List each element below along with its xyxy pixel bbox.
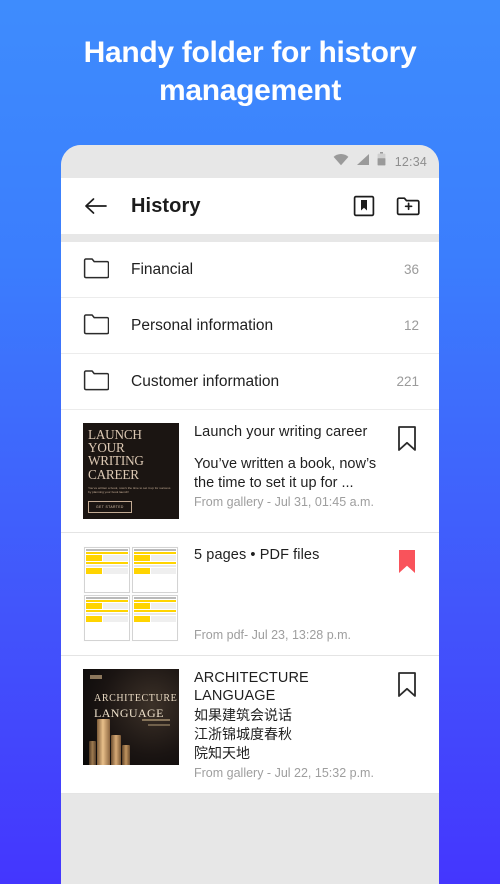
cover-tower [122, 745, 130, 765]
folder-icon [83, 257, 110, 283]
folder-icon [83, 369, 110, 395]
pdf-page [132, 595, 178, 641]
pdf-column [84, 547, 130, 641]
folder-row[interactable]: Personal information 12 [61, 298, 439, 354]
bookmark-icon-active[interactable] [395, 548, 421, 578]
cover-tower [97, 719, 110, 765]
bookmarks-icon[interactable] [349, 191, 379, 221]
item-thumbnail: LAUNCH YOUR WRITING CAREER You’ve writte… [83, 423, 179, 519]
bookmark-icon[interactable] [395, 425, 421, 455]
folder-name: Customer information [131, 372, 280, 390]
book-cover-art: LAUNCH YOUR WRITING CAREER You’ve writte… [88, 428, 174, 514]
history-screen: Financial 36 Personal information 12 Cus… [61, 242, 439, 884]
empty-scroll-area [61, 794, 439, 884]
folder-count: 36 [403, 262, 419, 277]
pdf-page [84, 547, 130, 593]
folder-row[interactable]: Customer information 221 [61, 354, 439, 410]
pdf-page [84, 595, 130, 641]
history-item[interactable]: 5 pages • PDF files From pdf- Jul 23, 13… [61, 533, 439, 656]
cover-logo [90, 675, 102, 679]
pdf-page [132, 547, 178, 593]
app-bar: History [61, 178, 439, 234]
cover-cta: GET STARTED [88, 501, 132, 514]
battery-icon [377, 152, 386, 171]
item-description: You’ve written a book, now’s the time to… [194, 456, 377, 492]
bookmark-icon[interactable] [395, 671, 421, 701]
folder-name: Personal information [131, 316, 274, 334]
item-thumbnail [83, 546, 179, 642]
cover-subtext: You’ve written a book, now’s the time to… [88, 485, 171, 495]
cover-tower [111, 735, 121, 765]
cover-line-1: ARCHITECTURE [94, 693, 178, 704]
cover-line-4: CAREER [88, 466, 139, 482]
folder-name: Financial [131, 260, 194, 278]
item-body: Launch your writing career You’ve writte… [194, 423, 387, 519]
history-item[interactable]: LAUNCH YOUR WRITING CAREER You’ve writte… [61, 410, 439, 533]
folder-icon [83, 313, 110, 339]
promo-headline: Handy folder for history management [83, 36, 417, 108]
item-thumbnail: ARCHITECTURE LANGUAGE [83, 669, 179, 765]
status-clock: 12:34 [394, 154, 427, 169]
folder-count: 12 [403, 318, 419, 333]
history-list: Financial 36 Personal information 12 Cus… [61, 242, 439, 795]
new-folder-icon[interactable] [393, 191, 423, 221]
cover-meta-2 [148, 724, 170, 726]
promo-banner: Handy folder for history management [0, 0, 500, 111]
pdf-column [132, 547, 178, 641]
item-body: ARCHITECTURE LANGUAGE 如果建筑会说话 江浙锦城度春秋 院知… [194, 669, 387, 780]
item-meta: From gallery - Jul 22, 15:32 p.m. [194, 766, 374, 781]
back-arrow-icon[interactable] [83, 193, 109, 219]
item-meta: From gallery - Jul 31, 01:45 a.m. [194, 495, 374, 510]
history-item[interactable]: ARCHITECTURE LANGUAGE ARCHITECTURE LANGU… [61, 656, 439, 795]
item-title: Launch your writing career [194, 424, 368, 440]
item-title: ARCHITECTURE LANGUAGE [194, 670, 309, 705]
cover-tower [89, 741, 96, 765]
phone-mockup: 12:34 History Financial 36 Personal info… [61, 145, 439, 884]
app-bar-divider [61, 234, 439, 242]
item-description: 如果建筑会说话 江浙锦城度春秋 院知天地 [194, 708, 292, 763]
item-body: 5 pages • PDF files From pdf- Jul 23, 13… [194, 546, 387, 642]
item-meta: From pdf- Jul 23, 13:28 p.m. [194, 628, 352, 642]
wifi-icon [333, 153, 349, 171]
cover-line-3: WRITING [88, 453, 144, 469]
status-bar: 12:34 [61, 145, 439, 178]
folder-count: 221 [396, 374, 419, 389]
cover-meta-1 [142, 719, 170, 721]
item-title: 5 pages • PDF files [194, 547, 320, 563]
signal-icon [356, 153, 370, 171]
page-title: History [131, 194, 201, 217]
folder-row[interactable]: Financial 36 [61, 242, 439, 298]
